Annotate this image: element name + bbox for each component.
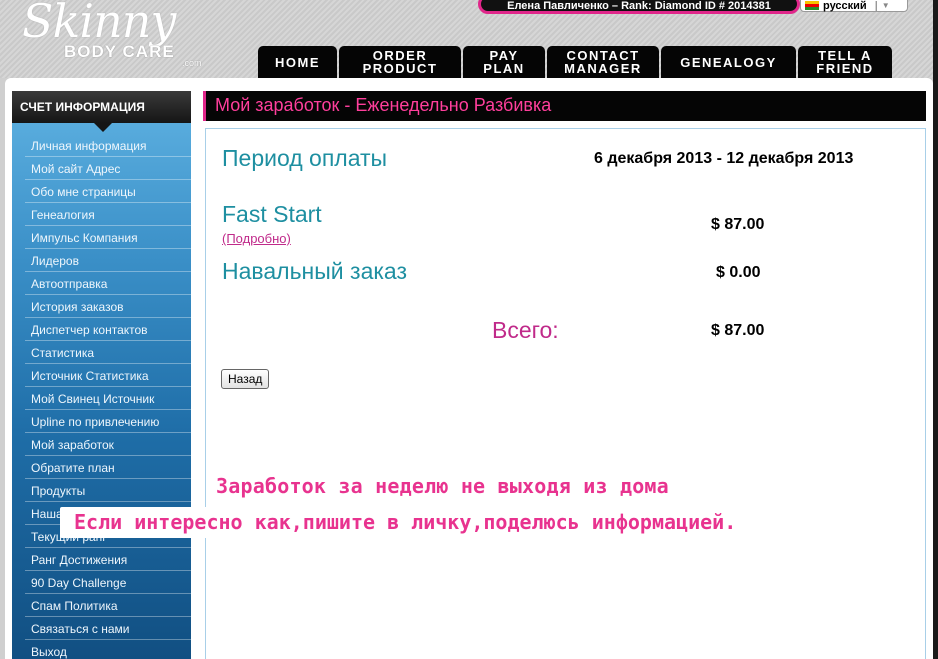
logo-brand: BODY CARE	[64, 42, 175, 61]
user-info-text: Елена Павличенко – Rank: Diamond ID # 20…	[507, 0, 771, 12]
nav-tab-pay-plan[interactable]: PAY PLAN	[463, 46, 545, 78]
fast-start-label: Fast Start	[222, 201, 322, 227]
promo-caption-line2: Если интересно как,пишите в личку,поделю…	[60, 507, 747, 538]
main-nav: HOME ORDER PRODUCT PAY PLAN CONTACT MANAGER…	[258, 46, 892, 78]
logo-suffix: .com	[182, 58, 202, 68]
sidebar-title: СЧЕТ ИНФОРМАЦИЯ	[12, 91, 191, 123]
total-label: Всего:	[492, 317, 559, 343]
sidebar-item-source-statistics[interactable]: Источник Статистика	[25, 364, 191, 387]
sidebar-item-my-earnings[interactable]: Мой заработок	[25, 433, 191, 456]
nav-tab-label: GENEALOGY	[680, 54, 777, 70]
sidebar-item-leaders[interactable]: Лидеров	[25, 249, 191, 272]
sidebar-item-company-impulse[interactable]: Импульс Компания	[25, 226, 191, 249]
sidebar-item-genealogy[interactable]: Генеалогия	[25, 203, 191, 226]
nav-tab-contact-manager[interactable]: CONTACT MANAGER	[547, 46, 659, 78]
sidebar-item-about-me[interactable]: Обо мне страницы	[25, 180, 191, 203]
divider: |	[874, 0, 878, 12]
pay-period-value: 6 декабря 2013 - 12 декабря 2013	[594, 150, 854, 167]
site-header: Skinny BODY CARE .com Елена Павличенко –…	[0, 0, 938, 78]
fast-start-value: $ 87.00	[711, 216, 765, 233]
site-logo[interactable]: Skinny BODY CARE .com	[20, 0, 215, 72]
fast-start-details-link[interactable]: (Подробно)	[222, 231, 291, 246]
sidebar-item-personal-info[interactable]: Личная информация	[25, 134, 191, 157]
language-value: русский	[823, 0, 867, 12]
sidebar-pointer-icon	[94, 123, 112, 132]
pay-period-label: Период оплаты	[222, 145, 388, 171]
nav-tab-tell-a-friend[interactable]: TELL A FRIEND	[798, 46, 892, 78]
sidebar-item-spam-policy[interactable]: Спам Политика	[25, 594, 191, 617]
sidebar-menu: Личная информация Мой сайт Адрес Обо мне…	[25, 134, 191, 659]
sidebar-item-statistics[interactable]: Статистика	[25, 341, 191, 364]
user-info-box: Елена Павличенко – Rank: Diamond ID # 20…	[478, 0, 800, 14]
sidebar-item-contact-us[interactable]: Связаться с нами	[25, 617, 191, 640]
sidebar-item-logout[interactable]: Выход	[25, 640, 191, 659]
language-select[interactable]: русский | ▼	[800, 0, 908, 12]
nav-tab-genealogy[interactable]: GENEALOGY	[661, 46, 796, 78]
sidebar-item-rank-achievements[interactable]: Ранг Достижения	[25, 548, 191, 571]
page-title: Мой заработок - Еженедельно Разбивка	[203, 91, 926, 121]
back-button[interactable]: Назад	[221, 369, 270, 389]
account-sidebar: СЧЕТ ИНФОРМАЦИЯ Личная информация Мой са…	[12, 91, 191, 659]
window-edge	[933, 0, 938, 659]
bulk-order-label: Навальный заказ	[222, 258, 408, 284]
sidebar-item-90-day-challenge[interactable]: 90 Day Challenge	[25, 571, 191, 594]
sidebar-item-products[interactable]: Продукты	[25, 479, 191, 502]
sidebar-item-contact-manager[interactable]: Диспетчер контактов	[25, 318, 191, 341]
nav-tab-label: PRODUCT	[362, 61, 438, 76]
total-value: $ 87.00	[711, 322, 765, 339]
sidebar-item-lead-source[interactable]: Мой Свинец Источник	[25, 387, 191, 410]
sidebar-item-plan[interactable]: Обратите план	[25, 456, 191, 479]
nav-tab-label: FRIEND	[816, 61, 874, 76]
flag-icon	[805, 1, 819, 10]
sidebar-item-autoship[interactable]: Автоотправка	[25, 272, 191, 295]
sidebar-item-order-history[interactable]: История заказов	[25, 295, 191, 318]
bulk-order-value: $ 0.00	[716, 264, 761, 281]
nav-tab-label: PLAN	[483, 61, 525, 76]
promo-caption-line1: Заработок за неделю не выходя из дома	[216, 474, 669, 498]
chevron-down-icon: ▼	[881, 1, 890, 10]
earnings-panel: Период оплаты 6 декабря 2013 - 12 декабр…	[205, 128, 926, 659]
nav-tab-label: MANAGER	[564, 61, 642, 76]
nav-tab-order-product[interactable]: ORDER PRODUCT	[339, 46, 461, 78]
sidebar-item-site-address[interactable]: Мой сайт Адрес	[25, 157, 191, 180]
sidebar-item-upline[interactable]: Upline по привлечению	[25, 410, 191, 433]
nav-tab-label: HOME	[275, 54, 320, 70]
logo-script: Skinny	[22, 0, 176, 48]
nav-tab-home[interactable]: HOME	[258, 46, 337, 78]
